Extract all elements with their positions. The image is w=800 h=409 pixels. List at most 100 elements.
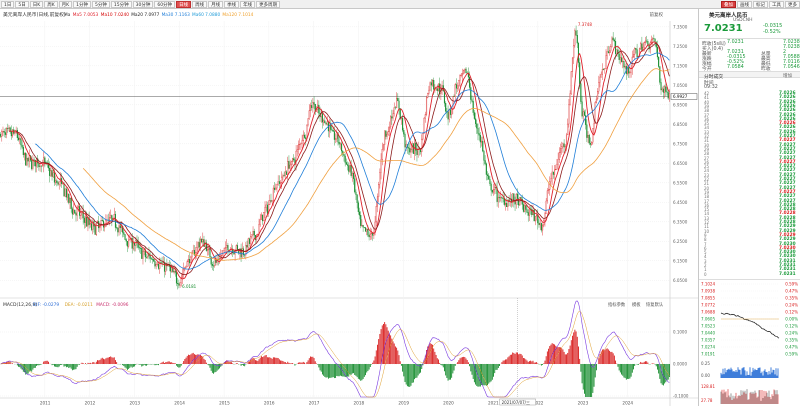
period-tab-12[interactable]: 月线	[208, 1, 223, 8]
y-axis-label: 7.2500	[673, 44, 688, 49]
y-axis-label: 7.3500	[673, 24, 688, 29]
mini-pct-label: 0.12%	[785, 324, 798, 329]
quote-row-value: 7.0584	[727, 65, 744, 70]
period-tab-3[interactable]: 周K	[44, 1, 57, 8]
period-tab-7[interactable]: 15分钟	[111, 1, 132, 8]
mini-price-label: 7.0274	[701, 345, 715, 350]
ma-legend-2: Ma10 7.0240	[101, 12, 129, 18]
mini-price-label: 7.0855	[701, 296, 715, 301]
x-axis-year: 2016	[264, 401, 275, 406]
period-tab-0[interactable]: 1日	[1, 1, 14, 8]
period-tab-11[interactable]: 周线	[192, 1, 207, 8]
chart-title: 美元离岸人民币(日线,前复权)	[3, 11, 66, 18]
mini-pct-label: 0.12%	[785, 310, 798, 315]
y-axis-label: 6.0500	[673, 278, 688, 283]
macd-axis-label: -0.1000	[673, 394, 689, 399]
x-axis-year: 2021	[488, 401, 499, 406]
x-axis-year: 2020	[443, 401, 454, 406]
mini-vol-mid: 0.00	[701, 373, 710, 378]
quote-price: 7.0231	[704, 23, 743, 34]
mini-pct-label: 0.47%	[785, 289, 798, 294]
main-chart-area[interactable]: MACD(12,26,9)DIF: -0.0279DEA: -0.0211MAC…	[0, 9, 698, 406]
ma-legend-1: Ma5 7.0053	[73, 12, 99, 18]
tool-button-0[interactable]: 叠加	[721, 1, 736, 8]
y-axis-label: 6.7500	[673, 141, 688, 146]
mini-vol-bot: 128.81	[701, 384, 715, 389]
high-marker: 7.3748	[578, 22, 592, 27]
quote-panel: 美元离岸人民币 USDCNH 7.0231 -0.0315 -0.52% 昨收(…	[698, 9, 800, 406]
crosshair-date: 2021/07/07/三	[502, 400, 530, 405]
mini-pct-label: 0.24%	[785, 331, 798, 336]
quote-row-value2: 7.0546	[783, 65, 800, 70]
tool-button-4[interactable]: 更多	[785, 1, 800, 8]
mini-pct-label: 0.47%	[785, 345, 798, 350]
adjust-label[interactable]: 前复权	[650, 11, 664, 18]
price-chart[interactable]: MACD(12,26,9)DIF: -0.0279DEA: -0.0211MAC…	[0, 9, 698, 406]
mini-pct-label: 0.35%	[785, 338, 798, 343]
mini-price-line	[721, 313, 779, 338]
period-tab-14[interactable]: 年线	[240, 1, 255, 8]
crosshair-price: 6.9927	[673, 94, 688, 99]
macd-button-2[interactable]: 恢复默认	[646, 301, 664, 308]
trade-row-tick: 0	[704, 272, 707, 277]
x-axis-year: 2023	[578, 401, 589, 406]
y-axis-label: 6.8500	[673, 122, 688, 127]
x-axis-year: 2019	[398, 401, 409, 406]
x-axis-year: 2024	[622, 401, 633, 406]
x-axis-year: 2012	[85, 401, 96, 406]
y-axis-label: 6.1500	[673, 258, 688, 263]
period-tab-5[interactable]: 1分钟	[73, 1, 91, 8]
x-axis-year: 2017	[309, 401, 320, 406]
period-tab-15[interactable]: 更多周期	[256, 1, 280, 8]
period-tab-4[interactable]: 月K	[59, 1, 72, 8]
y-axis-label: 6.4500	[673, 200, 688, 205]
ma-legend-3: Ma20 7.0977	[131, 12, 159, 18]
macd-button-1[interactable]: 模板	[632, 301, 641, 308]
section-button[interactable]: 增加	[783, 73, 792, 79]
mini-price-label: 7.0357	[701, 338, 715, 343]
mini-price-label: 7.0688	[701, 310, 715, 315]
period-tab-2[interactable]: 日K	[30, 1, 43, 8]
trades-head-time: 09:32	[704, 85, 718, 90]
y-axis-label: 6.2500	[673, 239, 688, 244]
y-axis-label: 6.6500	[673, 161, 688, 166]
period-tab-1[interactable]: 5日	[15, 1, 28, 8]
mini-price-label: 7.1024	[701, 282, 715, 287]
period-tab-10[interactable]: 日线	[176, 1, 191, 8]
macd-button-0[interactable]: 指标参数	[608, 301, 626, 308]
ma-legend-6: Ma120 7.1014	[222, 12, 253, 18]
mini-pct-label: 0.00%	[785, 317, 798, 322]
tool-button-2[interactable]: 标记	[753, 1, 768, 8]
quote-change-pct: -0.52%	[763, 29, 781, 35]
intraday-mini-chart[interactable]: 7.1024 0.59% 7.0938 0.47% 7.0855 0.35% 7.0772 0…	[699, 280, 800, 407]
x-axis-year: 2013	[129, 401, 140, 406]
y-axis-label: 6.5500	[673, 180, 688, 185]
tool-button-1[interactable]: 画线	[737, 1, 752, 8]
period-tab-13[interactable]: 季线	[224, 1, 239, 8]
mini-price-label: 7.0191	[701, 352, 715, 357]
period-tab-8[interactable]: 30分钟	[133, 1, 154, 8]
x-axis-year: 2014	[174, 401, 185, 406]
mini-pct-label: 0.59%	[785, 282, 798, 287]
mini-pct-label: 0.59%	[785, 352, 798, 357]
period-toolbar: 1日5日日K周K月K1分钟5分钟15分钟30分钟60分钟日线周线月线季线年线更多…	[0, 0, 800, 9]
y-axis-label: 7.0500	[673, 83, 688, 88]
y-axis-label: 6.9500	[673, 102, 688, 107]
period-tab-6[interactable]: 5分钟	[92, 1, 110, 8]
tool-button-3[interactable]: 工具	[769, 1, 784, 8]
ma-legend-0: Ma	[64, 12, 71, 18]
quote-row: 今开7.0584昨收7.0546	[699, 65, 800, 70]
mini-price-label: 7.0772	[701, 303, 715, 308]
mini-pct-label: 0.24%	[785, 303, 798, 308]
ma-legend-5: Ma60 7.0880	[192, 12, 220, 18]
macd-value-2: MACD: -0.0096	[96, 302, 129, 308]
mini-price-label: 7.0605	[701, 317, 715, 322]
mini-vol-bot2: 27.78	[701, 398, 713, 403]
mini-price-label: 7.0938	[701, 289, 715, 294]
x-axis-year: 2018	[354, 401, 365, 406]
x-axis-year: 2015	[219, 401, 230, 406]
period-tab-9[interactable]: 60分钟	[154, 1, 175, 8]
trade-row-price: 7.0231	[779, 272, 796, 277]
low-marker: 6.0181	[182, 284, 196, 289]
mini-vol-top: 0.25	[701, 361, 710, 366]
